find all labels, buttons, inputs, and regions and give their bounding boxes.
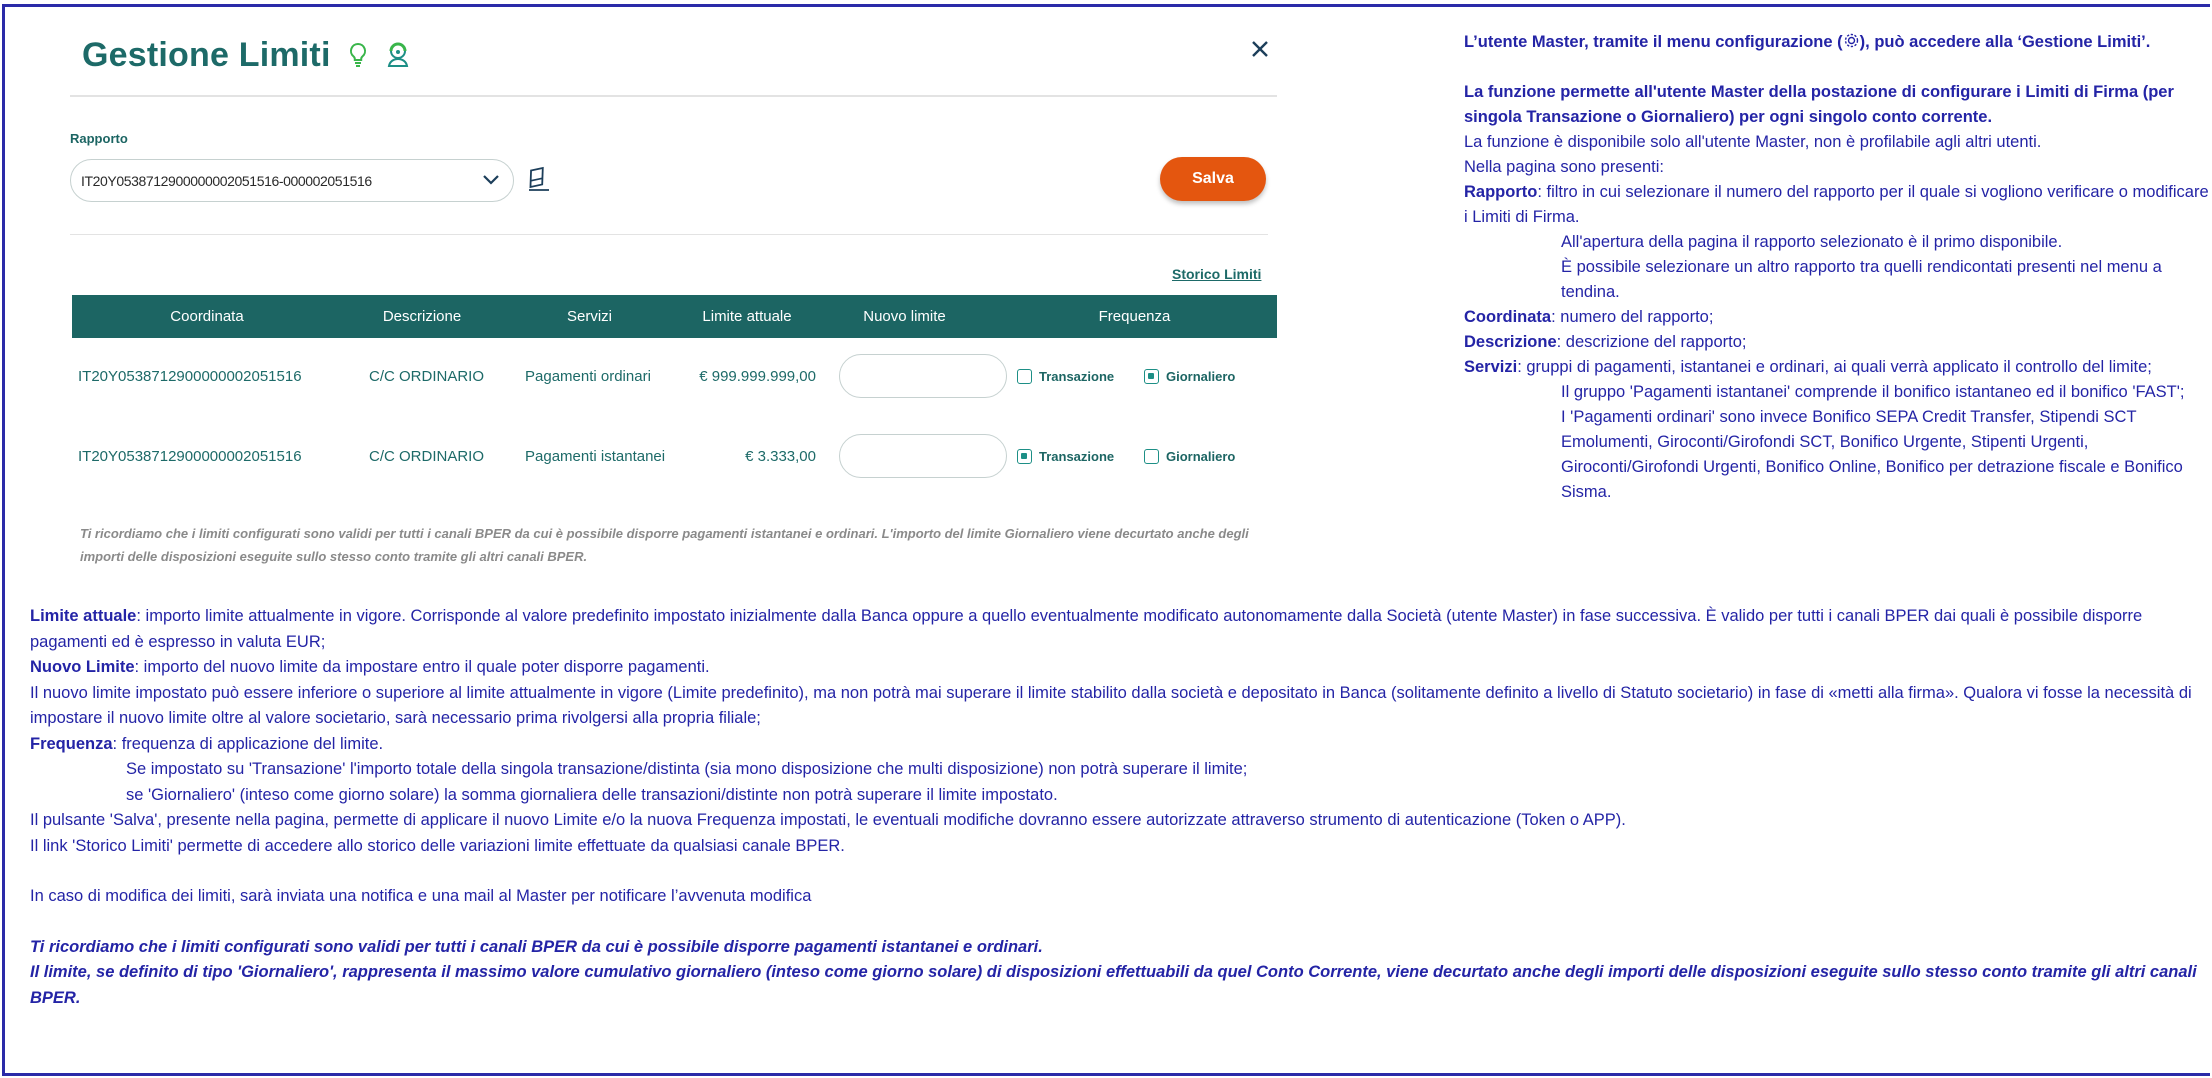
column-header: Nuovo limite	[863, 308, 946, 325]
intro-text: ), può accedere alla ‘Gestione Limiti’.	[1859, 33, 2151, 51]
salva-text: Il pulsante 'Salva', presente nella pagi…	[30, 811, 1626, 829]
rapporto-def: Rapporto: filtro in cui selezionare il n…	[1464, 180, 2209, 230]
column-header: Coordinata	[170, 308, 244, 325]
freq-transazione-checkbox[interactable]: Transazione	[1017, 426, 1114, 486]
func-text: La funzione è disponibile solo all'utent…	[1464, 133, 2042, 151]
term: Nuovo Limite	[30, 658, 135, 676]
freq-transazione-checkbox[interactable]: Transazione	[1017, 346, 1114, 406]
definition: : numero del rapporto;	[1551, 308, 1714, 326]
cell-descrizione: C/C ORDINARIO	[369, 367, 485, 385]
indented-text: se 'Giornaliero' (inteso come giorno sol…	[126, 785, 1058, 804]
indented-text: I 'Pagamenti ordinari' sono invece Bonif…	[1561, 408, 2183, 501]
definition: : gruppi di pagamenti, istantanei e ordi…	[1517, 358, 2152, 376]
intro-paragraph: L’utente Master, tramite il menu configu…	[1464, 30, 2209, 55]
definition: : filtro in cui selezionare il numero de…	[1464, 183, 2209, 226]
limite-attuale-def: Limite attuale: importo limite attualmen…	[30, 604, 2210, 655]
definition: : frequenza di applicazione del limite.	[112, 734, 384, 753]
checkbox[interactable]	[1017, 368, 1032, 384]
chevron-down-icon	[481, 172, 501, 191]
page-title: Gestione Limiti	[82, 35, 331, 74]
indented-text: Se impostato su 'Transazione' l'importo …	[126, 760, 1248, 778]
table-row: IT20Y0538712900000002051516 C/C ORDINARI…	[72, 426, 1277, 486]
checkbox-checked[interactable]	[1144, 368, 1159, 384]
frequenza-def: Frequenza: frequenza di applicazione del…	[30, 732, 2210, 758]
divider	[70, 95, 1277, 97]
term: Rapporto	[1464, 183, 1538, 201]
cell-servizi: Pagamenti ordinari	[525, 367, 651, 385]
indented-text: È possibile selezionare un altro rapport…	[1561, 258, 2162, 301]
term: Limite attuale	[30, 607, 137, 625]
gestione-limiti-panel: Gestione Limiti Rapporto IT20Y0538712900…	[70, 20, 1280, 580]
cell-servizi: Pagamenti istantanei	[525, 447, 666, 465]
checkbox[interactable]	[1144, 448, 1159, 464]
cell-limite-attuale: € 999.999.999,00	[699, 367, 816, 385]
freq-giornaliero-checkbox[interactable]: Giornaliero	[1144, 346, 1235, 406]
intro-text: L’utente Master, tramite il menu configu…	[1464, 33, 1843, 51]
func-bold: La funzione permette all'utente Master d…	[1464, 83, 2174, 126]
notifica-text: In caso di modifica dei limiti, sarà inv…	[30, 887, 812, 905]
nuovo-limite-input[interactable]	[839, 434, 1007, 478]
header: Gestione Limiti	[82, 30, 411, 80]
table-row: IT20Y0538712900000002051516 C/C ORDINARI…	[72, 346, 1277, 406]
nuovo-limite-input[interactable]	[839, 354, 1007, 398]
close-icon[interactable]	[1245, 34, 1275, 64]
indented-text: All'apertura della pagina il rapporto se…	[1561, 233, 2063, 251]
divider	[70, 234, 1268, 235]
term: Descrizione	[1464, 333, 1557, 351]
cell-coordinata: IT20Y0538712900000002051516	[78, 447, 302, 465]
descrizione-def: Descrizione: descrizione del rapporto;	[1464, 330, 2209, 355]
term: Servizi	[1464, 358, 1518, 376]
storico-limiti-link[interactable]: Storico Limiti	[1172, 266, 1261, 282]
definition: : importo limite attualmente in vigore. …	[30, 607, 2143, 651]
rapporto-select[interactable]: IT20Y0538712900000002051516-000002051516	[70, 159, 514, 202]
emphasis-text: Ti ricordiamo che i limiti configurati s…	[30, 937, 1043, 956]
checkbox-label: Giornaliero	[1166, 368, 1236, 384]
nuovo-limite-def: Nuovo Limite: importo del nuovo limite d…	[30, 655, 2210, 681]
rapporto-select-value: IT20Y0538712900000002051516-000002051516	[81, 172, 372, 189]
column-header: Servizi	[566, 308, 612, 325]
term: Frequenza	[30, 734, 113, 753]
storico-text: Il link 'Storico Limiti' permette di acc…	[30, 836, 845, 855]
checkbox-label: Giornaliero	[1166, 448, 1236, 464]
checkbox-label: Transazione	[1039, 448, 1115, 464]
support-icon[interactable]	[385, 40, 411, 70]
func-text: Nella pagina sono presenti:	[1464, 158, 1664, 176]
term: Coordinata	[1464, 308, 1552, 326]
indented-text: Il gruppo 'Pagamenti istantanei' compren…	[1561, 383, 2185, 401]
column-header: Limite attuale	[702, 308, 792, 325]
eraser-icon[interactable]	[525, 165, 553, 193]
checkbox-checked[interactable]	[1017, 448, 1032, 464]
checkbox-label: Transazione	[1039, 368, 1115, 384]
cell-limite-attuale: € 3.333,00	[745, 447, 816, 465]
limiti-note: Ti ricordiamo che i limiti configurati s…	[80, 526, 1249, 564]
right-annotation: L’utente Master, tramite il menu configu…	[1464, 30, 2209, 505]
definition: : descrizione del rapporto;	[1556, 333, 1747, 351]
save-button[interactable]: Salva	[1160, 157, 1266, 201]
coordinata-def: Coordinata: numero del rapporto;	[1464, 305, 2209, 330]
table-header: Coordinata Descrizione Servizi Limite at…	[72, 295, 1277, 338]
bottom-annotation: Limite attuale: importo limite attualmen…	[30, 604, 2210, 1011]
freq-giornaliero-checkbox[interactable]: Giornaliero	[1144, 426, 1235, 486]
definition: : importo del nuovo limite da impostare …	[134, 658, 710, 676]
nuovo-limite-text: Il nuovo limite impostato può essere inf…	[30, 683, 2192, 728]
servizi-def: Servizi: gruppi di pagamenti, istantanei…	[1464, 355, 2209, 380]
bulb-icon[interactable]	[345, 40, 371, 70]
cell-descrizione: C/C ORDINARIO	[369, 447, 485, 465]
emphasis-text: Il limite, se definito di tipo 'Giornali…	[30, 963, 2197, 1007]
column-header: Frequenza	[1098, 308, 1171, 325]
column-header: Descrizione	[382, 308, 462, 325]
cell-coordinata: IT20Y0538712900000002051516	[78, 367, 302, 385]
rapporto-label: Rapporto	[70, 131, 128, 146]
gear-icon	[1843, 33, 1860, 51]
